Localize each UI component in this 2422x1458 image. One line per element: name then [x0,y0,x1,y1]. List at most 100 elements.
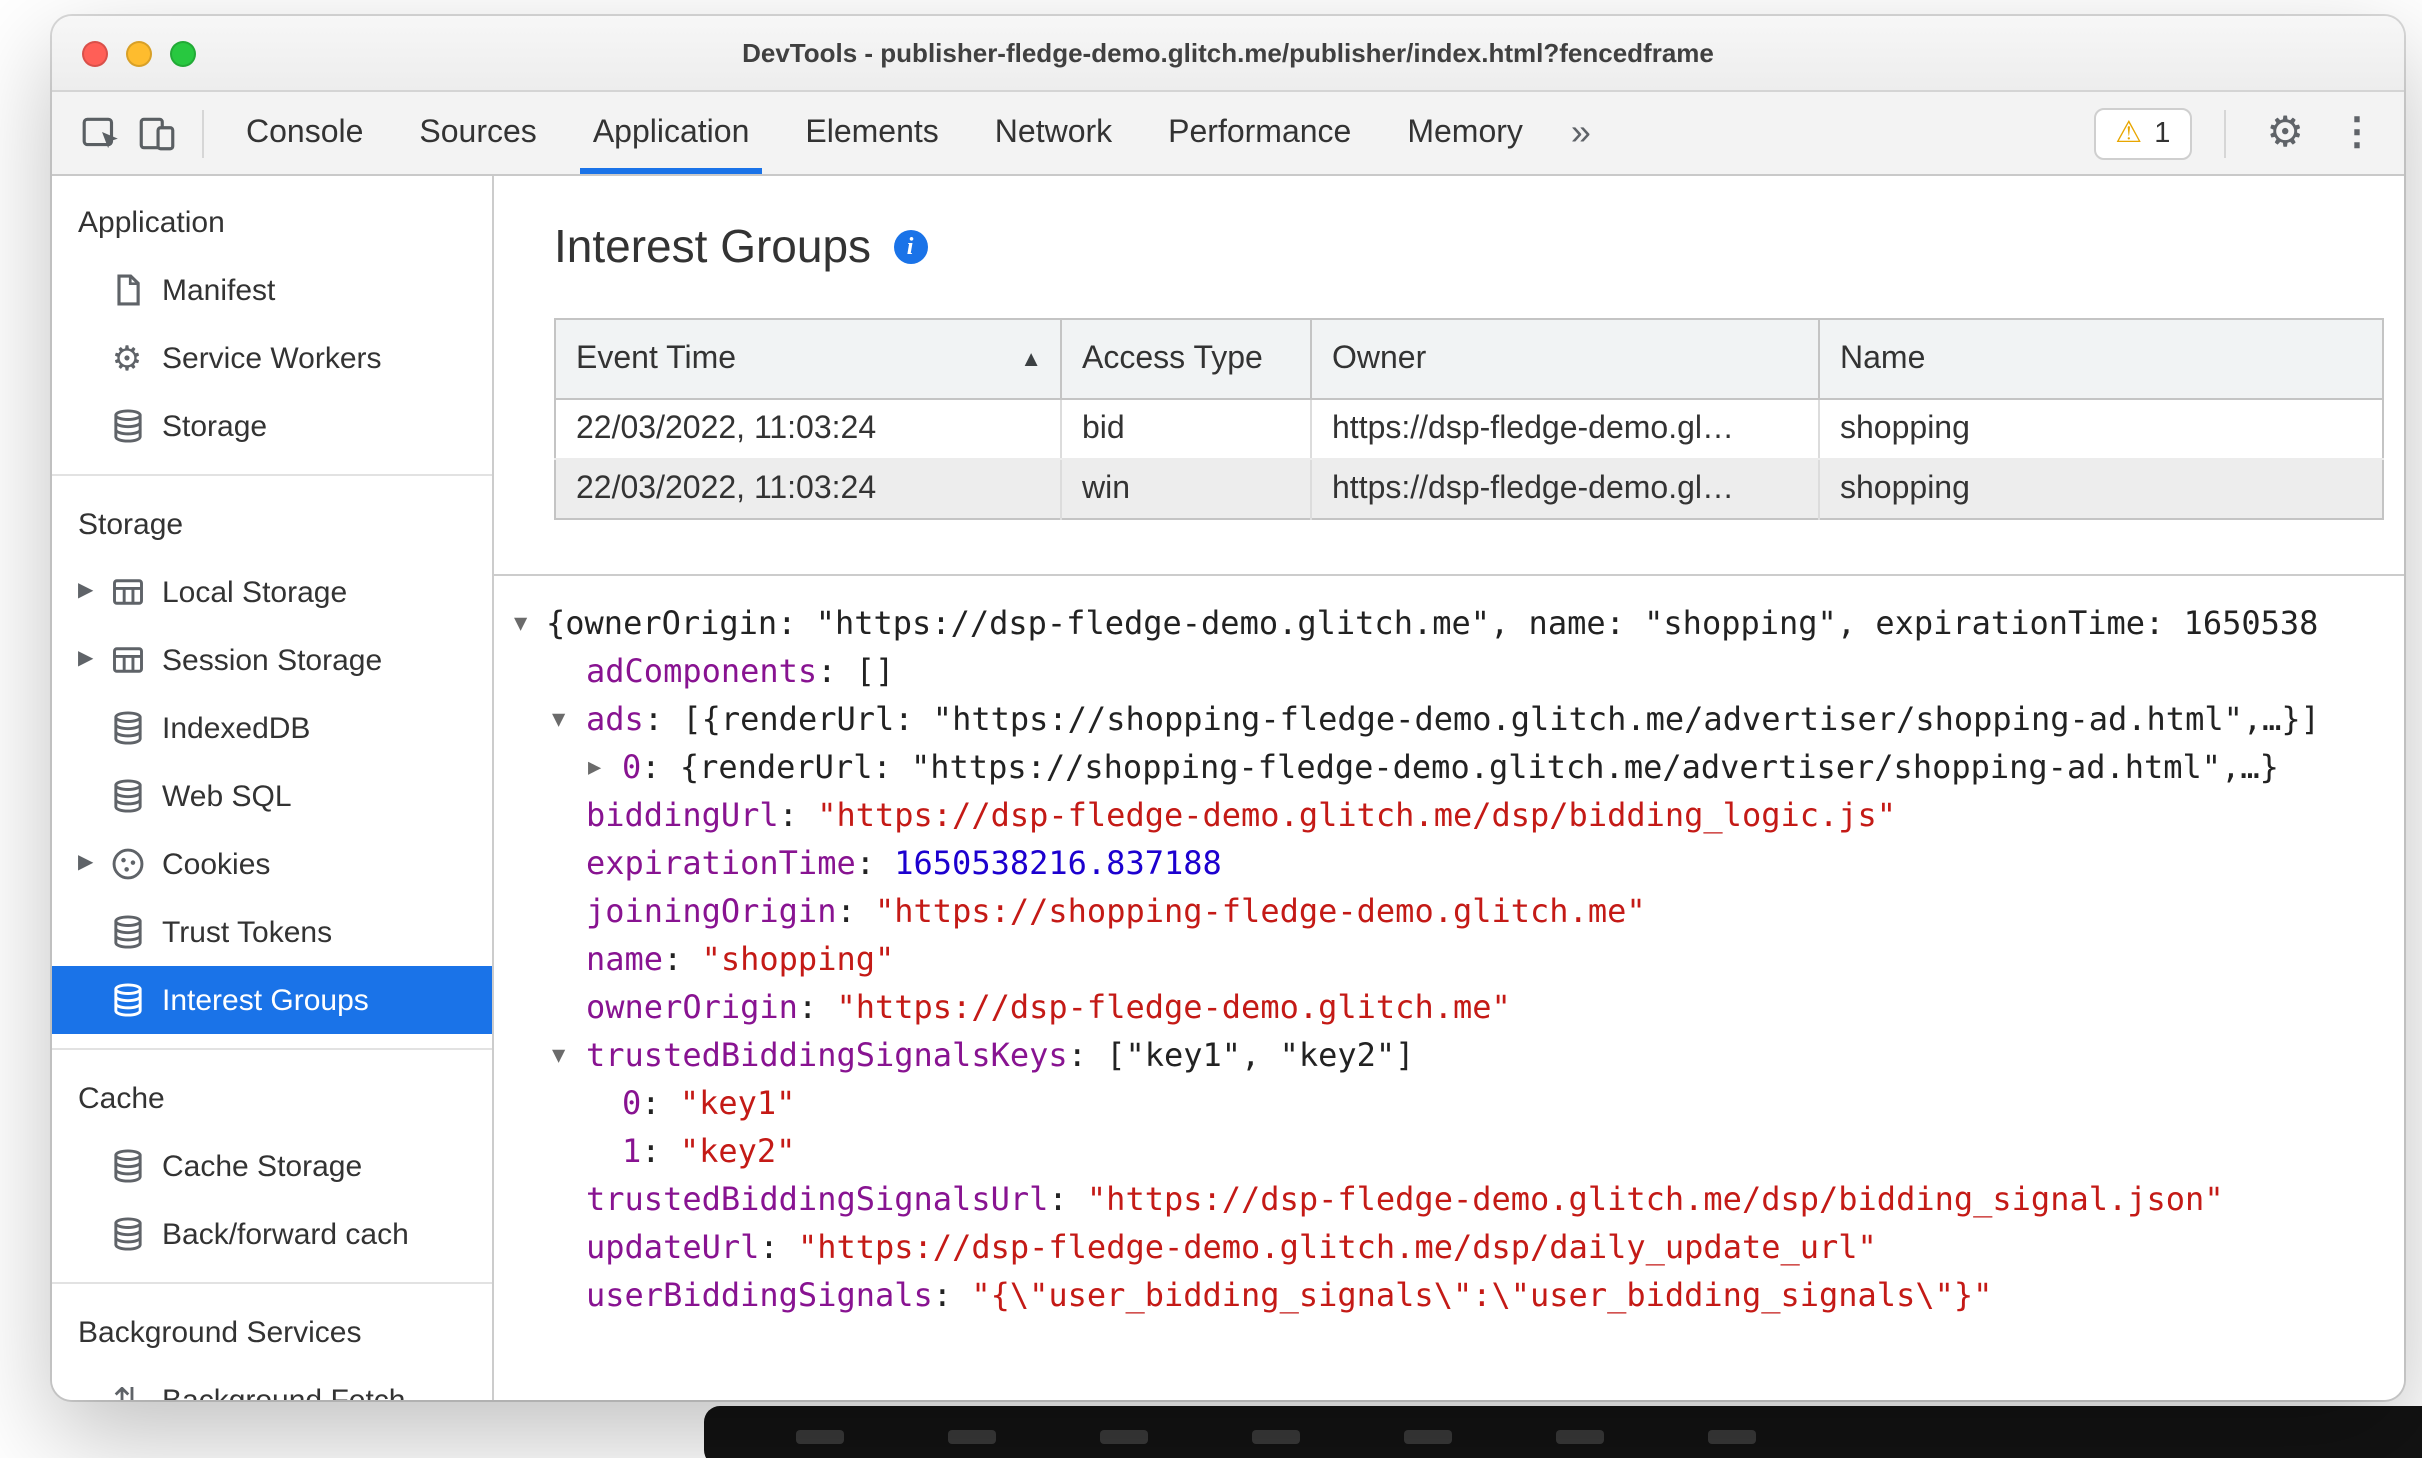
sidebar-item-background-fetch[interactable]: ⇅ Background Fetch [52,1366,492,1400]
token-plain: : [{renderUrl: "https://shopping-fledge-… [643,700,2320,738]
expanded-arrow-icon[interactable]: ▼ [552,1032,565,1080]
database-icon [108,407,146,445]
interest-group-json-tree: ▼ {ownerOrigin: "https://dsp-fledge-demo.… [494,576,2404,1400]
more-tabs-button[interactable]: » [1551,112,1611,154]
token-plain: {ownerOrigin: "https://dsp-fledge-demo.g… [546,604,2319,642]
token-key: biddingUrl [586,796,779,834]
strip-dash [1404,1429,1452,1443]
sidebar-item-cache-storage[interactable]: Cache Storage [52,1132,492,1200]
table-cell: shopping [1819,399,2383,460]
minimize-button[interactable] [126,40,152,66]
tab-elements[interactable]: Elements [777,92,966,174]
sidebar-section-application: Application [78,205,225,239]
token-plain: : [663,940,702,978]
database-icon [108,1147,146,1185]
token-string: "https://dsp-fledge-demo.glitch.me/dsp/b… [817,796,1897,834]
sidebar-item-label: IndexedDB [162,711,311,745]
info-icon[interactable]: i [893,230,928,264]
tree-line[interactable]: ▶ 0: {renderUrl: "https://shopping-fledge… [494,744,2404,792]
token-key: trustedBiddingSignalsKeys [586,1036,1068,1074]
expand-arrow-icon[interactable]: ▶ [78,649,108,670]
table-cell: https://dsp-fledge-demo.gl… [1311,399,1820,460]
tab-performance[interactable]: Performance [1140,92,1379,174]
sidebar-item-label: Interest Groups [162,983,369,1017]
table-row[interactable]: 22/03/2022, 11:03:24 win https://dsp-fledg… [555,459,2383,519]
expand-arrow-icon[interactable]: ▶ [78,853,108,874]
sidebar-item-trust-tokens[interactable]: Trust Tokens [52,898,492,966]
tab-application[interactable]: Application [565,92,778,174]
tab-console[interactable]: Console [218,92,391,174]
token-plain: : [797,988,837,1026]
token-string: "shopping" [701,940,895,978]
token-plain: : [759,1228,798,1266]
database-icon [108,981,146,1019]
sidebar-item-session-storage[interactable]: ▶ Session Storage [52,626,492,694]
tree-line: updateUrl: "https://dsp-fledge-demo.glit… [494,1224,2404,1272]
token-plain: : [836,892,875,930]
tree-line: adComponents: [] [494,648,2404,696]
table-row[interactable]: 22/03/2022, 11:03:24 bid https://dsp-fledg… [555,399,2383,460]
settings-gear-icon[interactable]: ⚙ [2258,112,2312,154]
table-body: 22/03/2022, 11:03:24 bid https://dsp-fledg… [555,399,2383,519]
strip-dash [1556,1429,1604,1443]
table-header-row: Event Time ▲ Access Type Owner Name [555,319,2383,400]
strip-dash [1252,1429,1300,1443]
sidebar-item-manifest[interactable]: Manifest [52,256,492,324]
token-plain: : [] [817,652,895,690]
tree-line: expirationTime: 1650538216.837188 [494,840,2404,888]
sidebar-section-background-services: Background Services [78,1315,362,1349]
table-icon [108,573,146,611]
sidebar-item-local-storage[interactable]: ▶ Local Storage [52,558,492,626]
sidebar-item-interest-groups[interactable]: Interest Groups [52,966,492,1034]
expanded-arrow-icon[interactable]: ▼ [514,600,527,648]
tree-line[interactable]: ▼ {ownerOrigin: "https://dsp-fledge-demo.… [494,600,2404,648]
close-button[interactable] [82,40,108,66]
tree-line: joiningOrigin: "https://shopping-fledge-… [494,888,2404,936]
expand-arrow-icon[interactable]: ▶ [78,581,108,602]
sidebar-item-service-workers[interactable]: ⚙ Service Workers [52,324,492,392]
token-key: updateUrl [586,1228,760,1266]
tree-line[interactable]: ▼ trustedBiddingSignalsKeys: ["key1", "ke… [494,1032,2404,1080]
device-toolbar-icon[interactable] [132,109,180,157]
tree-line: 1: "key2" [494,1128,2404,1176]
token-string: "key1" [679,1084,796,1122]
sidebar-item-storage[interactable]: Storage [52,392,492,460]
tree-line: biddingUrl: "https://dsp-fledge-demo.gli… [494,792,2404,840]
sidebar-divider [52,1282,492,1284]
database-icon [108,709,146,747]
sidebar-item-label: Local Storage [162,575,348,609]
gear-icon: ⚙ [111,339,143,377]
tab-memory[interactable]: Memory [1379,92,1551,174]
tab-sources[interactable]: Sources [391,92,564,174]
sidebar-item-cookies[interactable]: ▶ Cookies [52,830,492,898]
sidebar-item-web-sql[interactable]: Web SQL [52,762,492,830]
page-title-row: Interest Groups i [554,220,2384,274]
inspect-icon[interactable] [76,109,124,157]
tree-line: userBiddingSignals: "{\"user_bidding_sig… [494,1272,2404,1320]
warning-icon: ⚠ [2115,116,2143,150]
tree-line[interactable]: ▼ ads: [{renderUrl: "https://shopping-fle… [494,696,2404,744]
sidebar-item-label: Cache Storage [162,1149,363,1183]
token-key: ads [586,700,644,738]
sidebar-item-indexeddb[interactable]: IndexedDB [52,694,492,762]
token-key: 0 [622,748,642,786]
collapsed-arrow-icon[interactable]: ▶ [588,744,601,792]
column-header-access-type[interactable]: Access Type [1061,319,1312,400]
expanded-arrow-icon[interactable]: ▼ [552,696,565,744]
column-header-event-time[interactable]: Event Time ▲ [555,319,1062,400]
column-header-name[interactable]: Name [1819,319,2383,400]
zoom-button[interactable] [170,40,196,66]
manifest-icon [108,271,146,309]
application-sidebar: Application Manifest ⚙ Service Workers Stora… [52,176,494,1400]
issues-warning-badge[interactable]: ⚠ 1 [2093,107,2193,159]
sidebar-item-back-forward-cach[interactable]: Back/forward cach [52,1200,492,1268]
tab-network[interactable]: Network [967,92,1140,174]
sidebar-item-label: Service Workers [162,341,382,375]
token-key: ownerOrigin [586,988,798,1026]
menu-dots-icon[interactable]: ⋮ [2330,114,2384,152]
token-string: "{\"user_bidding_signals\":\"user_biddin… [971,1276,1993,1314]
devtools-body: Application Manifest ⚙ Service Workers Stora… [52,176,2404,1400]
toolbar-right-cluster: ⚠ 1 ⚙ ⋮ [2093,107,2384,159]
column-header-owner[interactable]: Owner [1311,319,1820,400]
token-string: "key2" [679,1132,796,1170]
